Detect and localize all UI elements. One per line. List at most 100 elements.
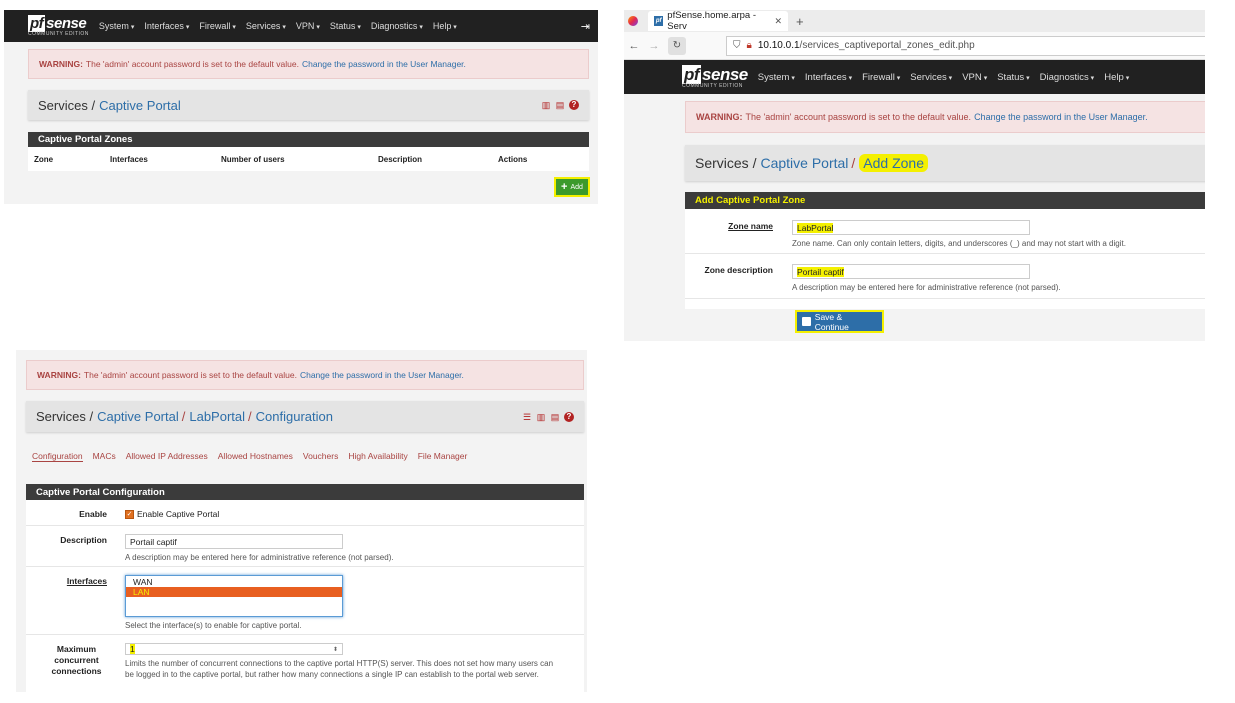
menu-services[interactable]: Services bbox=[246, 21, 286, 31]
zone-name-label: Zone name bbox=[728, 221, 773, 231]
menu-status[interactable]: Status bbox=[330, 21, 361, 31]
chart-icon[interactable]: ▥ bbox=[536, 412, 546, 422]
breadcrumb-captive-portal[interactable]: Captive Portal bbox=[760, 155, 848, 171]
lock-icon: 🔒︎ bbox=[746, 40, 752, 51]
breadcrumb-labportal[interactable]: LabPortal bbox=[189, 409, 245, 424]
interfaces-help: Select the interface(s) to enable for ca… bbox=[125, 621, 302, 630]
description-input[interactable]: Portail captif bbox=[125, 534, 343, 549]
interface-option-wan[interactable]: WAN bbox=[126, 577, 342, 587]
col-number-of-users: Number of users bbox=[221, 154, 285, 164]
breadcrumb-captive-portal[interactable]: Captive Portal bbox=[97, 409, 179, 424]
tab-file-manager[interactable]: File Manager bbox=[418, 451, 468, 462]
new-tab-icon[interactable]: + bbox=[796, 14, 804, 29]
zone-description-help: A description may be entered here for ad… bbox=[792, 283, 1061, 292]
max-connections-label: Maximum concurrent connections bbox=[51, 644, 102, 676]
add-zone-form: Zone name LabPortal Zone name. Can only … bbox=[685, 209, 1205, 309]
pfsense-logo[interactable]: pf sense COMMUNITY EDITION bbox=[682, 64, 748, 89]
zone-name-input[interactable]: LabPortal bbox=[792, 220, 1030, 235]
section-header: Add Captive Portal Zone bbox=[685, 192, 1205, 209]
list-icon[interactable]: ▤ bbox=[550, 412, 560, 422]
menu-vpn[interactable]: VPN bbox=[962, 72, 987, 83]
interfaces-listbox[interactable]: WAN LAN bbox=[125, 575, 343, 617]
menu-system[interactable]: System bbox=[99, 21, 134, 31]
help-icon[interactable]: ? bbox=[569, 100, 579, 110]
menu-diagnostics[interactable]: Diagnostics bbox=[1040, 72, 1095, 83]
breadcrumb-configuration[interactable]: Configuration bbox=[256, 409, 333, 424]
captive-portal-zones-panel: pfsense COMMUNITY EDITION System Interfa… bbox=[4, 10, 598, 204]
menu-help[interactable]: Help bbox=[433, 21, 457, 31]
menu-status[interactable]: Status bbox=[997, 72, 1029, 83]
tab-macs[interactable]: MACs bbox=[93, 451, 116, 462]
enable-checkbox[interactable]: ✓ bbox=[125, 510, 134, 519]
logout-icon[interactable]: ⇥ bbox=[581, 20, 590, 33]
firefox-icon bbox=[628, 16, 638, 26]
breadcrumb-captive-portal[interactable]: Captive Portal bbox=[99, 98, 181, 113]
back-icon[interactable]: ← bbox=[624, 40, 644, 52]
menu-interfaces[interactable]: Interfaces bbox=[144, 21, 189, 31]
description-help: A description may be entered here for ad… bbox=[125, 553, 394, 562]
breadcrumb: Services / Captive Portal ▥ ▤ ? bbox=[28, 90, 589, 120]
max-connections-input[interactable]: 1 ⬍ bbox=[125, 643, 343, 655]
change-password-link[interactable]: Change the password in the User Manager. bbox=[302, 59, 466, 69]
save-icon bbox=[802, 317, 811, 326]
stepper-icon[interactable]: ⬍ bbox=[333, 646, 338, 653]
warning-alert: WARNING: The 'admin' account password is … bbox=[28, 49, 589, 79]
menu-system[interactable]: System bbox=[758, 72, 795, 83]
save-continue-button[interactable]: Save & Continue bbox=[795, 310, 884, 333]
zones-table-header: Zone Interfaces Number of users Descript… bbox=[28, 147, 589, 171]
sliders-icon[interactable]: ☰ bbox=[522, 412, 532, 422]
help-icon[interactable]: ? bbox=[564, 411, 574, 422]
zone-name-help: Zone name. Can only contain letters, dig… bbox=[792, 239, 1126, 248]
forward-icon[interactable]: → bbox=[644, 40, 664, 52]
add-zone-button[interactable]: + Add bbox=[554, 177, 590, 197]
max-connections-help-1: Limits the number of concurrent connecti… bbox=[125, 659, 554, 668]
section-header: Captive Portal Configuration bbox=[26, 484, 584, 500]
change-password-link[interactable]: Change the password in the User Manager. bbox=[300, 370, 464, 380]
menu-firewall[interactable]: Firewall bbox=[199, 21, 235, 31]
pfsense-logo[interactable]: pf sense COMMUNITY EDITION bbox=[28, 14, 89, 37]
tab-high-availability[interactable]: High Availability bbox=[348, 451, 407, 462]
portal-config-form: Enable ✓ Enable Captive Portal Descripti… bbox=[26, 500, 584, 692]
enable-checkbox-text: Enable Captive Portal bbox=[137, 509, 220, 519]
menu-firewall[interactable]: Firewall bbox=[862, 72, 900, 83]
col-description: Description bbox=[378, 154, 423, 164]
zone-description-label: Zone description bbox=[704, 265, 773, 275]
add-zone-panel: pf pfSense.home.arpa - Serv ✕ + ← → ↻ ⛉ … bbox=[624, 10, 1205, 341]
interface-option-lan[interactable]: LAN bbox=[126, 587, 342, 597]
col-zone: Zone bbox=[34, 154, 54, 164]
plus-icon: + bbox=[561, 181, 568, 193]
reload-icon[interactable]: ↻ bbox=[668, 36, 686, 55]
interfaces-label: Interfaces bbox=[66, 576, 107, 586]
menu-help[interactable]: Help bbox=[1104, 72, 1129, 83]
menu-interfaces[interactable]: Interfaces bbox=[805, 72, 852, 83]
warning-alert: WARNING: The 'admin' account password is … bbox=[26, 360, 584, 390]
url-field[interactable]: ⛉ 🔒︎ 10.10.0.1/services_captiveportal_zo… bbox=[726, 35, 1205, 56]
list-icon[interactable]: ▤ bbox=[555, 100, 565, 110]
menu-services[interactable]: Services bbox=[910, 72, 952, 83]
col-actions: Actions bbox=[498, 154, 528, 164]
col-interfaces: Interfaces bbox=[110, 154, 148, 164]
browser-tab[interactable]: pf pfSense.home.arpa - Serv ✕ bbox=[648, 10, 788, 32]
portal-configuration-panel: WARNING: The 'admin' account password is … bbox=[16, 350, 587, 692]
config-tabs: Configuration MACs Allowed IP Addresses … bbox=[32, 451, 467, 462]
breadcrumb: Services / Captive Portal / LabPortal / … bbox=[26, 401, 584, 432]
close-tab-icon[interactable]: ✕ bbox=[774, 16, 782, 27]
tab-allowed-hostnames[interactable]: Allowed Hostnames bbox=[218, 451, 293, 462]
pfsense-favicon: pf bbox=[654, 16, 664, 26]
section-header: Captive Portal Zones bbox=[28, 132, 589, 147]
top-navbar: pfsense COMMUNITY EDITION System Interfa… bbox=[4, 10, 598, 42]
breadcrumb-add-zone[interactable]: Add Zone bbox=[859, 154, 929, 172]
menu-diagnostics[interactable]: Diagnostics bbox=[371, 21, 423, 31]
zone-description-input[interactable]: Portail captif bbox=[792, 264, 1030, 279]
warning-alert: WARNING: The 'admin' account password is … bbox=[685, 101, 1205, 133]
tab-allowed-ip-addresses[interactable]: Allowed IP Addresses bbox=[126, 451, 208, 462]
max-connections-help-2: be logged in to the captive portal, but … bbox=[125, 670, 539, 679]
top-navbar: pfsense COMMUNITY EDITION System Interfa… bbox=[624, 60, 1205, 94]
browser-tabbar: pf pfSense.home.arpa - Serv ✕ + bbox=[624, 10, 1205, 32]
change-password-link[interactable]: Change the password in the User Manager. bbox=[974, 112, 1148, 122]
menu-vpn[interactable]: VPN bbox=[296, 21, 320, 31]
tab-configuration[interactable]: Configuration bbox=[32, 451, 83, 462]
tab-vouchers[interactable]: Vouchers bbox=[303, 451, 338, 462]
chart-icon[interactable]: ▥ bbox=[541, 100, 551, 110]
description-label: Description bbox=[60, 535, 107, 545]
